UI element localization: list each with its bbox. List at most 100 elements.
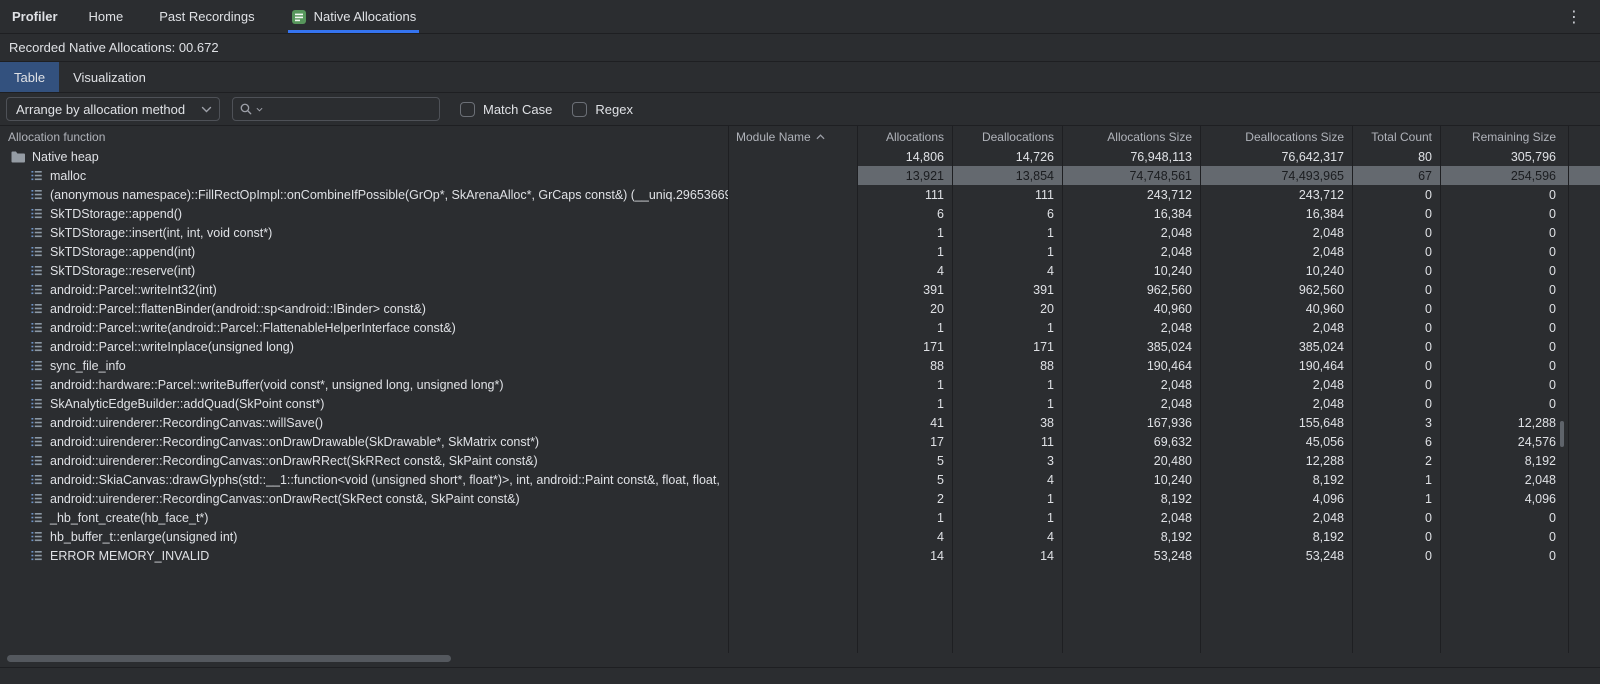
deallocations-cell: 1 — [952, 394, 1062, 413]
tab-home-label: Home — [89, 9, 124, 24]
table-toolbar: Arrange by allocation method Match Case … — [0, 93, 1600, 126]
remaining-size-cell: 8,192 — [1440, 451, 1600, 470]
table-row[interactable]: android::Parcel::flattenBinder(android::… — [0, 299, 1600, 318]
allocations-size-cell: 76,948,113 — [1062, 147, 1200, 166]
match-case-label: Match Case — [483, 102, 552, 117]
table-row[interactable]: android::uirenderer::RecordingCanvas::on… — [0, 489, 1600, 508]
deallocations-cell: 1 — [952, 242, 1062, 261]
deallocations-size-cell: 8,192 — [1200, 470, 1352, 489]
remaining-size-cell: 0 — [1440, 337, 1600, 356]
allocation-method-icon — [29, 301, 44, 316]
total-count-cell: 0 — [1352, 185, 1440, 204]
table-row[interactable]: android::uirenderer::RecordingCanvas::on… — [0, 451, 1600, 470]
remaining-size-cell: 0 — [1440, 527, 1600, 546]
deallocations-cell: 111 — [952, 185, 1062, 204]
table-row[interactable]: ERROR MEMORY_INVALID 14 14 53,248 53,248… — [0, 546, 1600, 565]
allocation-function-name: ERROR MEMORY_INVALID — [50, 549, 209, 563]
search-input[interactable] — [266, 102, 433, 117]
column-separator — [1352, 126, 1353, 653]
row-icon — [28, 187, 44, 202]
allocation-function-name: SkTDStorage::append(int) — [50, 245, 195, 259]
table-row[interactable]: sync_file_info 88 88 190,464 190,464 0 0 — [0, 356, 1600, 375]
table-row[interactable]: hb_buffer_t::enlarge(unsigned int) 4 4 8… — [0, 527, 1600, 546]
column-header-deallocations-size[interactable]: Deallocations Size — [1200, 126, 1352, 147]
total-count-cell: 67 — [1352, 166, 1440, 185]
allocations-table: Allocation function Module Name Allocati… — [0, 126, 1600, 653]
deallocations-cell: 1 — [952, 318, 1062, 337]
table-row[interactable]: SkTDStorage::append() 6 6 16,384 16,384 … — [0, 204, 1600, 223]
allocation-function-name: android::Parcel::flattenBinder(android::… — [50, 302, 426, 316]
match-case-checkbox[interactable]: Match Case — [460, 102, 552, 117]
table-row[interactable]: SkTDStorage::reserve(int) 4 4 10,240 10,… — [0, 261, 1600, 280]
tab-home[interactable]: Home — [86, 0, 127, 33]
tab-native-allocations[interactable]: Native Allocations — [288, 0, 420, 33]
total-count-cell: 0 — [1352, 356, 1440, 375]
allocations-size-cell: 40,960 — [1062, 299, 1200, 318]
allocations-size-cell: 385,024 — [1062, 337, 1200, 356]
table-row[interactable]: SkTDStorage::append(int) 1 1 2,048 2,048… — [0, 242, 1600, 261]
table-row[interactable]: _hb_font_create(hb_face_t*) 1 1 2,048 2,… — [0, 508, 1600, 527]
column-header-allocations[interactable]: Allocations — [857, 126, 952, 147]
row-icon — [28, 358, 44, 373]
column-header-allocations-size[interactable]: Allocations Size — [1062, 126, 1200, 147]
allocations-cell: 88 — [857, 356, 952, 375]
row-icon — [10, 150, 26, 164]
tab-table[interactable]: Table — [0, 62, 59, 92]
column-header-allocation-function[interactable]: Allocation function — [0, 126, 728, 147]
horizontal-scrollbar-thumb[interactable] — [7, 655, 451, 662]
remaining-size-cell: 0 — [1440, 394, 1600, 413]
module-name-cell — [728, 223, 857, 242]
module-name-cell — [728, 394, 857, 413]
allocation-function-cell: android::uirenderer::RecordingCanvas::on… — [0, 451, 728, 470]
total-count-cell: 0 — [1352, 318, 1440, 337]
kebab-menu-icon[interactable]: ⋮ — [1560, 0, 1588, 33]
table-row[interactable]: Native heap 14,806 14,726 76,948,113 76,… — [0, 147, 1600, 166]
table-row[interactable]: (anonymous namespace)::FillRectOpImpl::o… — [0, 185, 1600, 204]
allocation-function-name: _hb_font_create(hb_face_t*) — [50, 511, 208, 525]
module-name-cell — [728, 489, 857, 508]
table-row[interactable]: android::hardware::Parcel::writeBuffer(v… — [0, 375, 1600, 394]
table-row[interactable]: android::SkiaCanvas::drawGlyphs(std::__1… — [0, 470, 1600, 489]
allocations-cell: 2 — [857, 489, 952, 508]
total-count-cell: 1 — [1352, 489, 1440, 508]
allocations-size-cell: 243,712 — [1062, 185, 1200, 204]
allocation-function-cell: android::uirenderer::RecordingCanvas::on… — [0, 489, 728, 508]
deallocations-size-cell: 190,464 — [1200, 356, 1352, 375]
total-count-cell: 0 — [1352, 394, 1440, 413]
tab-visualization[interactable]: Visualization — [59, 62, 160, 92]
module-name-cell — [728, 185, 857, 204]
sort-ascending-icon — [816, 134, 825, 140]
table-row[interactable]: android::uirenderer::RecordingCanvas::on… — [0, 432, 1600, 451]
allocation-function-name: android::uirenderer::RecordingCanvas::on… — [50, 435, 539, 449]
table-row[interactable]: android::Parcel::writeInt32(int) 391 391… — [0, 280, 1600, 299]
allocation-function-name: SkAnalyticEdgeBuilder::addQuad(SkPoint c… — [50, 397, 324, 411]
deallocations-cell: 38 — [952, 413, 1062, 432]
tab-past-recordings[interactable]: Past Recordings — [156, 0, 257, 33]
deallocations-cell: 391 — [952, 280, 1062, 299]
column-header-remaining-size[interactable]: Remaining Size — [1440, 126, 1600, 147]
arrange-dropdown[interactable]: Arrange by allocation method — [6, 97, 220, 121]
deallocations-cell: 171 — [952, 337, 1062, 356]
row-icon — [28, 206, 44, 221]
table-row[interactable]: SkTDStorage::insert(int, int, void const… — [0, 223, 1600, 242]
allocations-size-cell: 2,048 — [1062, 375, 1200, 394]
allocation-function-cell: Native heap — [0, 147, 728, 166]
regex-checkbox[interactable]: Regex — [572, 102, 633, 117]
column-header-module-name[interactable]: Module Name — [728, 126, 857, 147]
column-header-total-count[interactable]: Total Count — [1352, 126, 1440, 147]
row-icon — [28, 510, 44, 525]
row-icon — [28, 377, 44, 392]
allocation-method-icon — [29, 491, 44, 506]
table-header: Allocation function Module Name Allocati… — [0, 126, 1600, 147]
allocations-cell: 1 — [857, 223, 952, 242]
column-header-deallocations[interactable]: Deallocations — [952, 126, 1062, 147]
table-row[interactable]: SkAnalyticEdgeBuilder::addQuad(SkPoint c… — [0, 394, 1600, 413]
row-icon — [28, 472, 44, 487]
search-box[interactable] — [232, 97, 440, 121]
remaining-size-cell: 0 — [1440, 223, 1600, 242]
deallocations-cell: 1 — [952, 508, 1062, 527]
table-row[interactable]: android::Parcel::write(android::Parcel::… — [0, 318, 1600, 337]
table-row[interactable]: android::Parcel::writeInplace(unsigned l… — [0, 337, 1600, 356]
table-row[interactable]: android::uirenderer::RecordingCanvas::wi… — [0, 413, 1600, 432]
table-row[interactable]: malloc 13,921 13,854 74,748,561 74,493,9… — [0, 166, 1600, 185]
